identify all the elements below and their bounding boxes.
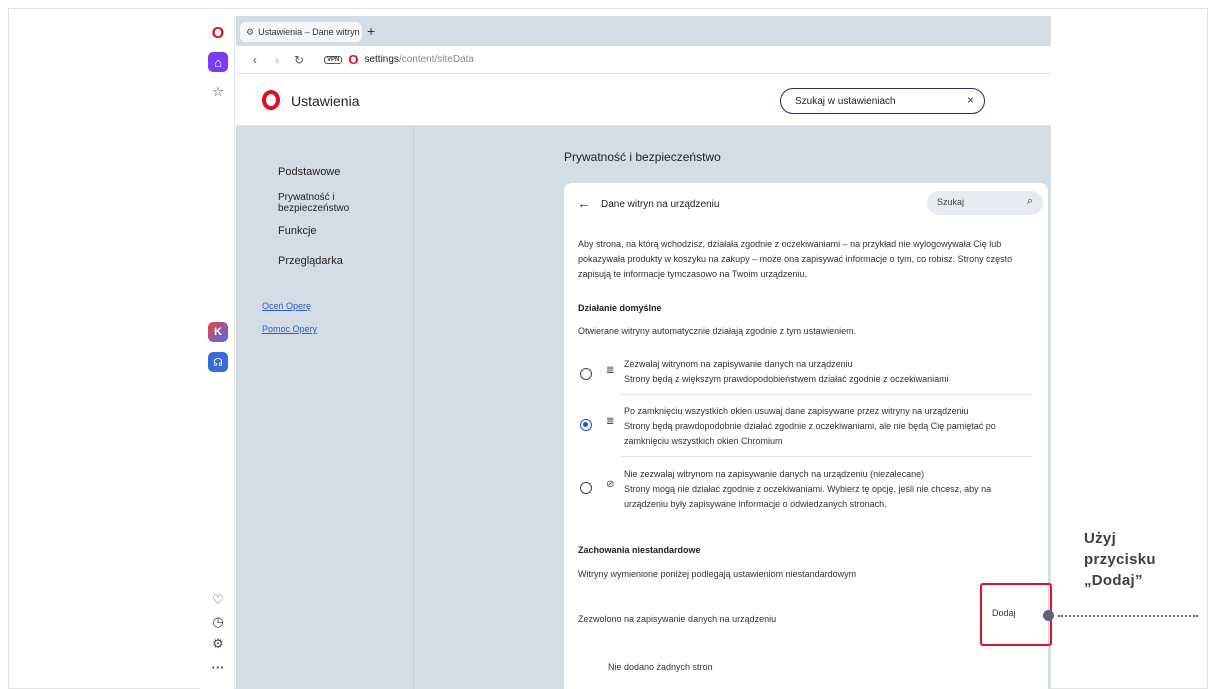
option-sublabel: Strony będą prawdopodobnie działać zgodn…	[624, 421, 996, 431]
page-title: Ustawienia	[291, 93, 360, 109]
card-search-placeholder: Szukaj	[937, 197, 965, 207]
callout-line3: „Dodaj”	[1084, 572, 1143, 589]
callout-dot	[1043, 610, 1054, 621]
section-title: Prywatność i bezpieczeństwo	[564, 150, 721, 164]
callout-line1: Użyj	[1084, 530, 1117, 547]
link-pomoc-opery[interactable]: Pomoc Opery	[262, 324, 317, 334]
headphones-icon[interactable]: ☊	[208, 352, 228, 372]
settings-search-value: Szukaj w ustawieniach	[795, 95, 896, 107]
tab-bar: ⚙ Ustawienia – Dane witryn +	[236, 16, 1051, 46]
card-search-input[interactable]: Szukaj ⌕	[927, 191, 1043, 215]
divider	[620, 394, 1032, 395]
back-arrow-icon[interactable]: ←	[577, 195, 591, 211]
divider	[620, 456, 1032, 457]
nav-item-podstawowe[interactable]: Podstawowe	[278, 166, 340, 178]
callout-text: Użyj przycisku „Dodaj”	[1084, 528, 1156, 591]
option-text: Nie zezwalaj witrynom na zapisywanie dan…	[624, 467, 1034, 512]
option-block[interactable]: ⊘ Nie zezwalaj witrynom na zapisywanie d…	[578, 467, 1034, 517]
opera-logo-icon	[262, 90, 280, 110]
radio-clear-on-exit[interactable]	[580, 419, 592, 431]
database-icon: ≣	[606, 416, 615, 427]
heart-icon[interactable]: ♡	[208, 590, 228, 610]
allowed-sites-label: Zezwolono na zapisywanie danych na urząd…	[578, 614, 777, 624]
more-icon[interactable]: ···	[208, 657, 228, 677]
radio-block[interactable]	[580, 482, 592, 494]
option-text: Po zamknięciu wszystkich okien usuwaj da…	[624, 404, 1034, 449]
description-line: Aby strona, na którą wchodzisz, działała…	[578, 239, 1002, 249]
home-icon[interactable]: ⌂	[208, 52, 228, 72]
settings-header: Ustawienia Szukaj w ustawieniach ×	[236, 74, 1051, 126]
description: Aby strona, na którą wchodzisz, działała…	[578, 237, 1048, 282]
add-button-highlight	[980, 583, 1052, 646]
nav-item-przegladarka[interactable]: Przeglądarka	[278, 255, 343, 267]
search-icon[interactable]: ⌕	[1027, 195, 1033, 208]
opera-small-icon: O	[348, 52, 359, 67]
site-data-card: ← Dane witryn na urządzeniu Szukaj ⌕ Aby…	[564, 183, 1048, 689]
link-ocen-opere[interactable]: Oceń Operę	[262, 301, 311, 311]
settings-nav: Podstawowe Prywatność i bezpieczeństwo F…	[236, 126, 414, 689]
browser-window: ⚙ Ustawienia – Dane witryn + ‹ › ↻ VPN O…	[236, 16, 1051, 689]
option-clear-on-exit[interactable]: ≣ Po zamknięciu wszystkich okien usuwaj …	[578, 404, 1034, 454]
database-icon: ≣	[606, 365, 615, 376]
callout-line2: przycisku	[1084, 551, 1156, 568]
gear-icon: ⚙	[246, 26, 255, 37]
default-behavior-desc: Otwierane witryny automatycznie działają…	[578, 326, 857, 336]
option-sublabel: Strony mogą nie działać zgodnie z oczeki…	[624, 484, 992, 494]
no-sites-text: Nie dodano żadnych stron	[608, 662, 713, 672]
radio-allow[interactable]	[580, 368, 592, 380]
tab-settings[interactable]: ⚙ Ustawienia – Dane witryn	[240, 22, 362, 42]
nav-item-prywatnosc-line2: bezpieczeństwo	[278, 203, 350, 214]
opera-logo-icon[interactable]: O	[208, 24, 228, 44]
option-text: Zezwalaj witrynom na zapisywanie danych …	[624, 357, 1034, 387]
star-icon[interactable]: ☆	[208, 82, 228, 102]
nav-item-prywatnosc[interactable]: Prywatność i bezpieczeństwo	[278, 192, 349, 214]
back-icon[interactable]: ‹	[244, 53, 266, 67]
option-allow[interactable]: ≣ Zezwalaj witrynom na zapisywanie danyc…	[578, 357, 1034, 397]
opera-sidebar: O ⌂ ☆ K ☊ ♡ ◷ ⚙ ···	[200, 16, 235, 689]
option-sublabel: urządzeniu były zapisywane informacje o …	[624, 499, 887, 509]
database-off-icon: ⊘	[606, 479, 615, 490]
url-field[interactable]: settings/content/siteData	[364, 54, 474, 65]
tab-label: Ustawienia – Dane witryn	[258, 27, 360, 37]
history-icon[interactable]: ◷	[208, 612, 228, 632]
vpn-badge[interactable]: VPN	[324, 55, 343, 64]
reload-icon[interactable]: ↻	[288, 53, 310, 67]
address-bar: ‹ › ↻ VPN O settings/content/siteData	[236, 46, 1051, 74]
callout-line	[1058, 615, 1198, 617]
new-tab-button[interactable]: +	[367, 23, 375, 39]
option-sublabel: zamknięciu wszystkich okien Chromium	[624, 436, 783, 446]
card-title: Dane witryn na urządzeniu	[601, 199, 720, 210]
url-main: settings	[364, 54, 399, 65]
url-path: /content/siteData	[398, 54, 474, 65]
forward-icon[interactable]: ›	[266, 53, 288, 67]
nav-item-funkcje[interactable]: Funkcje	[278, 225, 317, 237]
option-label: Zezwalaj witrynom na zapisywanie danych …	[624, 359, 853, 369]
description-line: pokazywała produkty w koszyku na zakupy …	[578, 254, 1013, 264]
description-line: zapisują te informacje tymczasowo na Two…	[578, 269, 807, 279]
default-behavior-heading: Działanie domyślne	[578, 303, 662, 313]
custom-behavior-heading: Zachowania niestandardowe	[578, 545, 701, 555]
clear-icon[interactable]: ×	[967, 93, 974, 107]
app-icon[interactable]: K	[208, 322, 228, 342]
nav-item-prywatnosc-line1: Prywatność i	[278, 192, 335, 203]
settings-icon[interactable]: ⚙	[208, 634, 228, 654]
option-sublabel: Strony będą z większym prawdopodobieństw…	[624, 374, 949, 384]
option-label: Po zamknięciu wszystkich okien usuwaj da…	[624, 406, 969, 416]
settings-search-input[interactable]: Szukaj w ustawieniach ×	[780, 88, 985, 114]
custom-behavior-desc: Witryny wymienione poniżej podlegają ust…	[578, 569, 857, 579]
option-label: Nie zezwalaj witrynom na zapisywanie dan…	[624, 469, 925, 479]
